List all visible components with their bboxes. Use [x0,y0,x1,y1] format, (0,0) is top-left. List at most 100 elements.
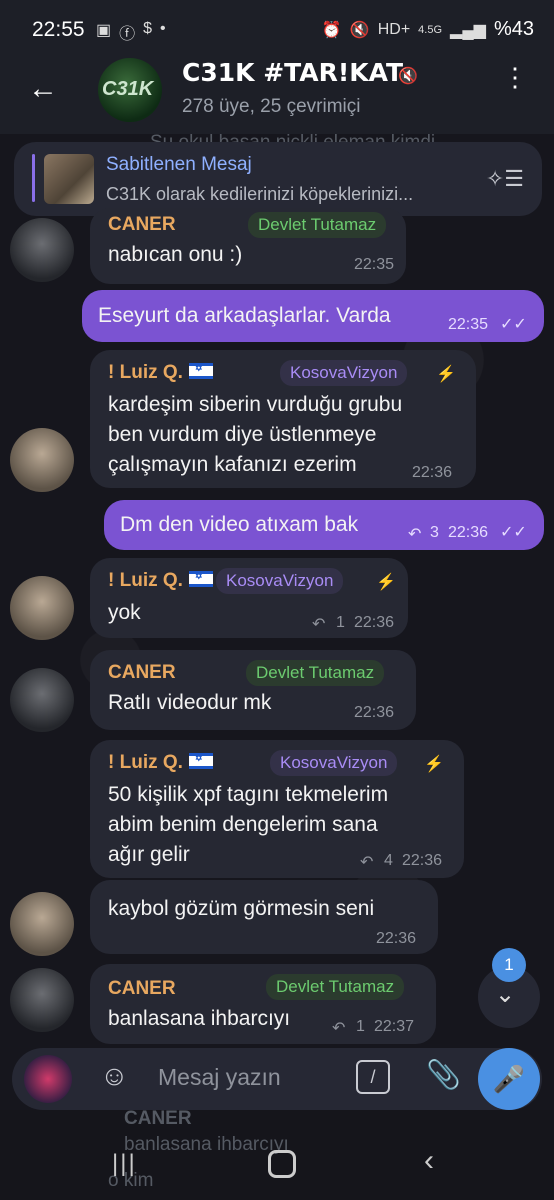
message-bubble[interactable]: CANER Devlet Tutamaz nabıcan onu :) 22:3… [90,208,406,284]
battery-level: %43 [493,18,534,40]
pinned-message[interactable]: Sabitlenen Mesaj C31K olarak kedileriniz… [14,142,542,216]
bot-command-icon[interactable]: / [356,1060,390,1094]
message-bubble[interactable]: kaybol gözüm görmesin seni 22:36 [90,880,438,954]
group-subtitle: 278 üye, 25 çevrimiçi [182,96,361,117]
sender-name[interactable]: CANER [108,662,176,684]
bolt-icon: ⚡ [436,366,456,383]
outgoing-message[interactable]: Eseyurt da arkadaşlarlar. Varda 22:35 ✓✓ [82,290,544,342]
flag-icon [188,362,213,379]
message-text: yok [108,601,141,624]
emoji-icon[interactable]: ☺ [100,1060,129,1092]
message-bubble[interactable]: CANER Devlet Tutamaz Ratlı videodur mk 2… [90,650,416,730]
gallery-icon: ▣ [96,22,112,39]
chat-header: ← C31K C31K #TAR!KAT 🔇 278 üye, 25 çevri… [0,44,554,134]
reply-icon: ↶ [408,526,422,543]
chevron-down-icon: ⌄ [495,981,516,1008]
avatar-luiz[interactable] [10,576,74,640]
group-title[interactable]: C31K #TAR!KAT [182,58,403,87]
reply-count[interactable]: 3 [430,524,439,542]
more-menu-icon[interactable]: ⋮ [502,64,528,90]
sender-name[interactable]: CANER [108,214,176,236]
bolt-icon: ⚡ [424,756,444,773]
hd-icon: HD+ [377,20,411,38]
signal-icon: ▂▄▆ [450,21,486,39]
message-time: 22:35 [354,256,395,273]
microphone-icon: 🎤 [492,1064,526,1094]
message-text: Dm den video atıxam bak [120,513,359,536]
avatar-caner[interactable] [10,968,74,1032]
message-text-line: ben vurdum diye üstlenmeye [108,423,377,446]
message-text-line: ağır gelir [108,843,190,866]
reply-icon: ↶ [332,1020,346,1037]
send-as-avatar[interactable] [24,1055,72,1103]
admin-tag: Devlet Tutamaz [266,974,405,1000]
message-text-line: çalışmayın kafanızı ezerim [108,453,357,476]
pin-list-icon[interactable]: ✧☰ [486,166,524,192]
avatar-luiz[interactable] [10,428,74,492]
read-checks-icon: ✓✓ [500,316,527,333]
message-text: kaybol gözüm görmesin seni [108,897,375,920]
outgoing-message[interactable]: Dm den video atıxam bak ↶ 3 22:36 ✓✓ [104,500,544,550]
status-time: 22:55 [32,18,85,41]
message-input[interactable]: Mesaj yazın [158,1064,281,1091]
ghost-sender: CANER [124,1108,192,1129]
message-time: 22:36 [412,464,453,481]
avatar-caner[interactable] [10,218,74,282]
message-bubble[interactable]: ! Luiz Q. KosovaVizyon ⚡ 50 kişilik xpf … [90,740,464,878]
attach-icon[interactable]: 📎 [426,1058,461,1091]
pinned-indicator [32,154,35,202]
bolt-icon: ⚡ [376,574,396,591]
message-time: 22:35 [448,316,489,333]
message-bubble[interactable]: CANER Devlet Tutamaz banlasana ihbarcıyı… [90,964,436,1044]
message-time: 22:37 [374,1018,415,1035]
facebook-icon: ⓕ [119,26,136,43]
message-text: banlasana ihbarcıyı [108,1007,291,1030]
message-time: 22:36 [402,852,443,869]
sender-name[interactable]: ! Luiz Q. [108,362,213,384]
flag-icon [188,570,213,587]
read-checks-icon: ✓✓ [500,524,527,541]
status-right: ⏰ 🔇 HD+ 4.5G ▂▄▆ %43 [322,18,534,41]
nav-back-icon[interactable]: ‹ [424,1144,434,1178]
message-time: 22:36 [354,704,395,721]
reply-icon: ↶ [312,616,326,633]
mute-icon: 🔇 [349,21,370,39]
notification-icons: ▣ ⓕ $ • [96,20,166,44]
sender-name[interactable]: ! Luiz Q. [108,752,213,774]
message-text: Eseyurt da arkadaşlarlar. Varda [98,304,391,327]
back-arrow-icon[interactable]: ← [28,74,58,104]
reply-count[interactable]: 1 [336,614,345,632]
admin-tag: Devlet Tutamaz [246,660,385,686]
reply-icon: ↶ [360,854,374,871]
message-text-line: 50 kişilik xpf tagını tekmelerim [108,783,389,806]
network-label: 4.5G [418,23,443,36]
message-time: 22:36 [376,930,417,947]
message-text: nabıcan onu :) [108,243,243,266]
pinned-title: Sabitlenen Mesaj [106,154,252,175]
group-avatar-text: C31K [102,78,154,100]
admin-tag: Devlet Tutamaz [248,212,387,238]
recents-icon[interactable]: ||| [112,1150,137,1178]
reply-count[interactable]: 4 [384,852,393,870]
dollar-icon: $ [143,20,153,37]
avatar-luiz[interactable] [10,892,74,956]
message-bubble[interactable]: ! Luiz Q. KosovaVizyon ⚡ kardeşim siberi… [90,350,476,488]
admin-tag: KosovaVizyon [216,568,344,594]
alarm-icon: ⏰ [321,21,342,39]
admin-tag: KosovaVizyon [270,750,398,776]
mic-button[interactable]: 🎤 [478,1048,540,1110]
dot-icon: • [160,20,166,37]
home-icon[interactable] [268,1150,296,1178]
message-time: 22:36 [448,524,489,541]
message-time: 22:36 [354,614,395,631]
sender-name[interactable]: ! Luiz Q. [108,570,213,592]
group-avatar[interactable]: C31K [98,58,162,122]
avatar-caner[interactable] [10,668,74,732]
ghost-text: banlasana ihbarcıyı [124,1134,289,1155]
pinned-text: C31K olarak kedilerinizi köpeklerinizi..… [106,184,414,204]
sender-name[interactable]: CANER [108,978,176,1000]
reply-count[interactable]: 1 [356,1018,365,1036]
message-text-line: abim benim dengelerim sana [108,813,378,836]
message-bubble[interactable]: ! Luiz Q. KosovaVizyon ⚡ yok ↶ 1 22:36 [90,558,408,638]
admin-tag: KosovaVizyon [280,360,408,386]
